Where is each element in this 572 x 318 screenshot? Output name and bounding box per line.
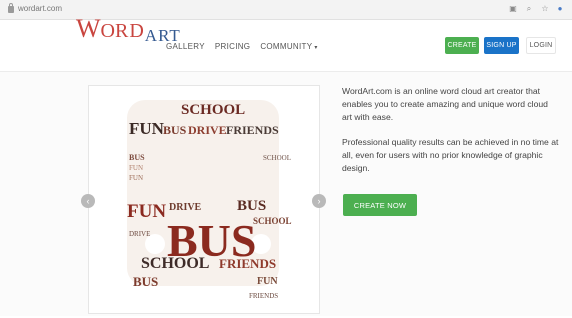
zoom-icon[interactable]: ⌕ (525, 5, 533, 13)
logo-w: W (76, 14, 101, 43)
word-bus-bottom: BUS (133, 274, 158, 289)
word-bus-row: BUS (163, 123, 187, 137)
word-fun-row: FUN (129, 119, 165, 138)
hero-description: WordArt.com is an online word cloud art … (342, 85, 560, 187)
lock-icon (8, 3, 14, 13)
word-fun-small: FUN (129, 164, 143, 172)
chevron-down-icon: ▾ (314, 45, 318, 51)
word-school-top: SCHOOL (181, 102, 245, 118)
word-bus-mid: BUS (237, 198, 266, 214)
word-friends-row: FRIENDS (226, 123, 279, 137)
signup-button[interactable]: SIGN UP (484, 37, 519, 54)
word-friends-bottom: FRIENDS (219, 256, 276, 271)
word-fun-bottom: FUN (257, 276, 278, 287)
description-paragraph-1: WordArt.com is an online word cloud art … (342, 86, 548, 122)
word-school-bottom: SCHOOL (141, 255, 209, 272)
create-now-button[interactable]: CREATE NOW (343, 194, 417, 216)
login-button[interactable]: LOGIN (526, 37, 556, 54)
wordcloud-frame: SCHOOL FUN BUS DRIVE FRIENDS BUS FUN FUN… (88, 85, 320, 314)
word-fun-mid: FUN (127, 201, 166, 222)
nav-community-label: COMMUNITY (260, 42, 313, 51)
account-icon[interactable]: ● (556, 5, 564, 13)
bus-wordcloud-image: SCHOOL FUN BUS DRIVE FRIENDS BUS FUN FUN… (127, 100, 292, 300)
word-friends-small: FRIENDS (249, 292, 278, 300)
reader-icon[interactable]: ▣ (509, 5, 517, 13)
word-school-right: SCHOOL (253, 216, 292, 226)
word-school-small: SCHOOL (263, 154, 291, 162)
star-icon[interactable]: ☆ (541, 5, 549, 13)
main-nav: GALLERY PRICING COMMUNITY ▾ (166, 42, 318, 51)
word-bus-left: BUS (129, 153, 145, 162)
logo-o: O (100, 20, 115, 42)
logo-rd: RD (115, 20, 145, 42)
word-drive-left: DRIVE (129, 230, 150, 238)
create-button[interactable]: CREATE (445, 37, 479, 54)
word-drive-row: DRIVE (188, 123, 227, 137)
nav-pricing[interactable]: PRICING (215, 42, 250, 51)
description-paragraph-2: Professional quality results can be achi… (342, 137, 559, 173)
logo[interactable]: WORDART (76, 14, 181, 45)
carousel-prev-button[interactable]: ‹ (81, 194, 95, 208)
url-text[interactable]: wordart.com (18, 4, 62, 13)
word-fun-left2: FUN (129, 174, 143, 182)
nav-community[interactable]: COMMUNITY ▾ (260, 42, 317, 51)
nav-gallery[interactable]: GALLERY (166, 42, 205, 51)
word-drive-mid: DRIVE (169, 202, 202, 213)
carousel-next-button[interactable]: › (312, 194, 326, 208)
